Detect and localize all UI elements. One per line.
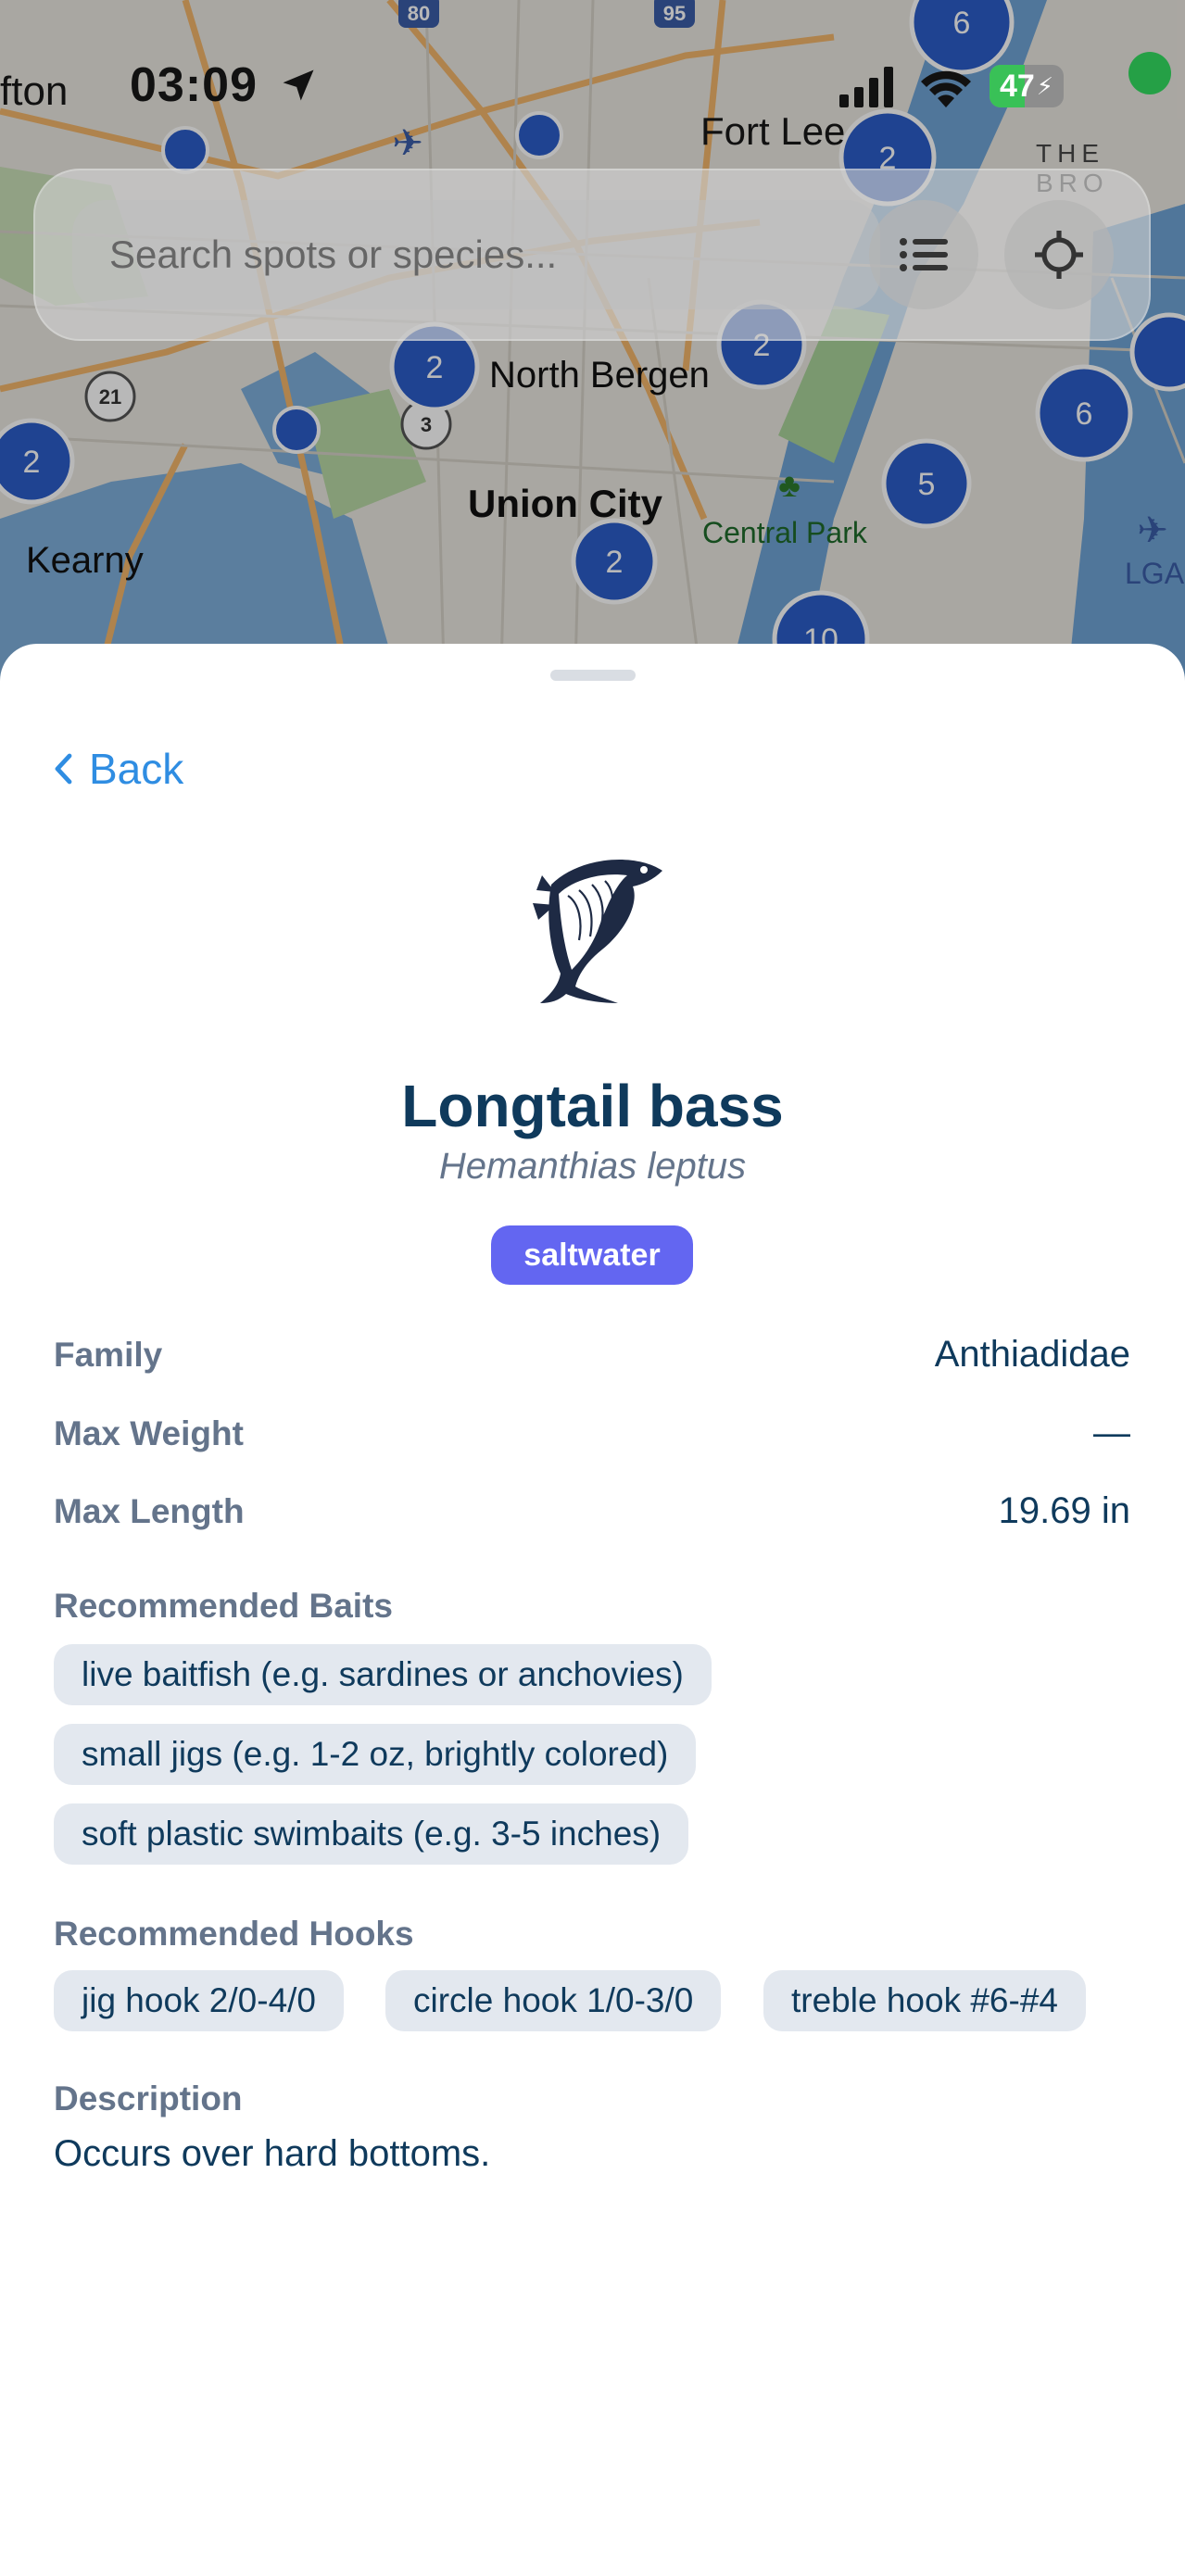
fish-illustration [533, 860, 662, 1003]
species-scientific-name: Hemanthias leptus [438, 1146, 747, 1187]
description-text: Occurs over hard bottoms. [54, 2133, 491, 2174]
field-label: Family [54, 1335, 163, 1374]
baits-heading: Recommended Baits [54, 1587, 393, 1625]
search-field[interactable] [72, 200, 880, 309]
hook-chip: circle hook 1/0-3/0 [385, 1970, 722, 2031]
hook-chip: jig hook 2/0-4/0 [54, 1970, 345, 2031]
description-heading: Description [54, 2080, 243, 2117]
chevron-left-icon [55, 753, 72, 785]
field-label: Max Weight [54, 1414, 244, 1452]
species-detail-sheet: Back Longtail bass Hemanthias leptus sal… [0, 644, 1185, 2576]
bait-chip: live baitfish (e.g. sardines or anchovie… [54, 1644, 712, 1705]
locate-me-button[interactable] [1004, 200, 1114, 309]
search-panel [33, 169, 1151, 341]
battery-level: 47 [999, 68, 1035, 104]
map-label-fort-lee: Fort Lee [700, 109, 846, 153]
field-value: 19.69 in [998, 1490, 1130, 1531]
hook-chip: treble hook #6-#4 [763, 1970, 1086, 2031]
bait-chip: soft plastic swimbaits (e.g. 3-5 inches) [54, 1803, 689, 1865]
charging-bolt-icon: ⚡ [1036, 71, 1054, 100]
status-time: 03:09 [130, 58, 258, 112]
back-button[interactable]: Back [54, 744, 183, 794]
list-view-button[interactable] [869, 200, 978, 309]
bait-chip: small jigs (e.g. 1-2 oz, brightly colore… [54, 1724, 697, 1785]
field-row-max-weight: Max Weight — [54, 1413, 1130, 1454]
field-row-family: Family Anthiadidae [54, 1334, 1130, 1376]
signal-icon [839, 67, 893, 107]
status-bar: fton 03:09 Fort Lee THE BRO 47 ⚡ [0, 0, 1185, 197]
field-label: Max Length [54, 1491, 245, 1530]
map-label-partial: fton [0, 69, 69, 114]
species-common-name: Longtail bass [401, 1073, 784, 1139]
crosshair-icon [1035, 231, 1083, 279]
field-value: Anthiadidae [934, 1334, 1130, 1375]
field-value: — [1093, 1413, 1130, 1453]
back-label: Back [89, 745, 184, 793]
sheet-grabber[interactable] [550, 670, 636, 681]
location-arrow-icon [283, 69, 314, 101]
field-row-max-length: Max Length 19.69 in [54, 1490, 1130, 1532]
search-input[interactable] [109, 232, 880, 277]
wifi-icon [921, 70, 971, 107]
location-dot [1128, 52, 1171, 94]
battery-indicator: 47 ⚡ [990, 65, 1064, 107]
hooks-heading: Recommended Hooks [54, 1915, 414, 1953]
water-type-badge: saltwater [491, 1225, 693, 1285]
list-icon [900, 238, 948, 271]
